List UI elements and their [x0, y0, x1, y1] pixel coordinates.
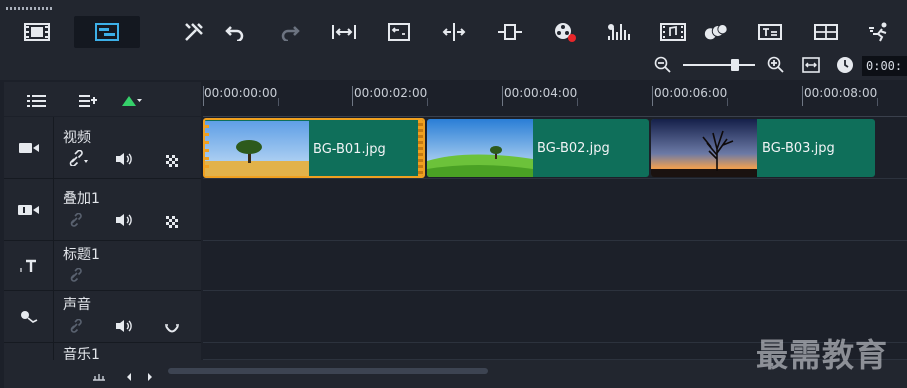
scroll-right-icon[interactable]: [146, 367, 154, 381]
audio-mixer-icon[interactable]: [606, 20, 632, 44]
trim-icon[interactable]: [386, 20, 412, 44]
clip-thumbnail: [651, 119, 757, 177]
clip-bg-b02[interactable]: BG-B02.jpg: [427, 119, 649, 177]
clock-icon[interactable]: [836, 56, 854, 74]
clip-thumbnail: [427, 119, 533, 177]
time-remap-icon[interactable]: [868, 20, 894, 44]
redo-icon[interactable]: [277, 20, 303, 44]
lane-overlay[interactable]: [203, 179, 907, 241]
ruler-tick-label: 00:00:06:00: [654, 86, 728, 100]
timeline-view-icon[interactable]: [74, 16, 140, 48]
ripple-edit-icon[interactable]: [121, 93, 143, 107]
mute-speaker-icon[interactable]: [115, 212, 133, 226]
audio-ducking-icon[interactable]: [165, 320, 179, 333]
track-transparency-icon[interactable]: [166, 152, 178, 167]
ruler-tick-label: 00:00:02:00: [354, 86, 428, 100]
link-icon[interactable]: [68, 212, 84, 227]
clip-label: BG-B02.jpg: [537, 141, 610, 156]
link-icon[interactable]: [68, 318, 84, 333]
timecode-display[interactable]: 0:00:: [862, 56, 907, 76]
track-name-title: 标题1: [63, 247, 100, 263]
clip-label: BG-B01.jpg: [313, 142, 386, 157]
motion-track-icon[interactable]: [703, 20, 729, 44]
mute-speaker-icon[interactable]: [115, 318, 133, 332]
ruler-minor-tick: [278, 98, 279, 106]
clip-trim-handle[interactable]: [418, 120, 423, 176]
multi-camera-icon[interactable]: [813, 20, 839, 44]
zoom-out-icon[interactable]: [654, 56, 672, 74]
fit-timeline-icon[interactable]: [802, 57, 820, 73]
fit-project-icon[interactable]: [331, 20, 357, 44]
title-track-icon: [4, 241, 54, 291]
chapter-cue-icon[interactable]: [79, 93, 99, 107]
link-icon[interactable]: [68, 267, 84, 282]
toolbar-grip[interactable]: [6, 7, 54, 10]
zoom-slider-handle[interactable]: [730, 59, 739, 71]
clip-label: BG-B03.jpg: [762, 141, 835, 156]
clip-thumbnail: [205, 121, 309, 176]
ruler-tick-label: 00:00:08:00: [804, 86, 878, 100]
ruler-tick: [502, 86, 503, 106]
scrollbar-thumb[interactable]: [168, 368, 488, 374]
track-manager-icon[interactable]: [27, 93, 49, 107]
storyboard-view-icon[interactable]: [24, 20, 50, 44]
ruler-tick: [802, 86, 803, 106]
video-track-icon: [4, 117, 54, 179]
subtitle-editor-icon[interactable]: [757, 20, 783, 44]
zoom-slider[interactable]: [683, 64, 755, 66]
auto-music-icon[interactable]: [660, 20, 686, 44]
voice-track-icon: [4, 291, 54, 343]
tools-icon[interactable]: [181, 20, 207, 44]
clip-bg-b03[interactable]: BG-B03.jpg: [651, 119, 875, 177]
ruler-tick: [352, 86, 353, 106]
ruler-tick-label: 00:00:04:00: [504, 86, 578, 100]
ruler-tick: [652, 86, 653, 106]
track-transparency-icon[interactable]: [166, 213, 178, 228]
link-icon[interactable]: [68, 149, 90, 167]
music-track-icon-cell: [4, 343, 54, 360]
mute-speaker-icon[interactable]: [115, 151, 133, 165]
ruler-scale-icon[interactable]: [92, 366, 106, 381]
undo-icon[interactable]: [222, 20, 248, 44]
scroll-left-icon[interactable]: [125, 367, 133, 381]
clip-bg-b01[interactable]: BG-B01.jpg: [203, 118, 425, 178]
zoom-in-icon[interactable]: [767, 56, 785, 74]
watermark: 最需教育: [756, 336, 889, 374]
track-name-video: 视频: [63, 130, 91, 146]
lane-title[interactable]: [203, 241, 907, 291]
track-transition-icon[interactable]: [497, 20, 523, 44]
overlay-track-icon: [4, 179, 54, 241]
track-name-overlay: 叠加1: [63, 191, 100, 207]
record-capture-icon[interactable]: [552, 20, 578, 44]
split-icon[interactable]: [441, 20, 467, 44]
ruler-tick-label: 00:00:00:00: [204, 86, 278, 100]
track-name-voice: 声音: [63, 297, 91, 313]
